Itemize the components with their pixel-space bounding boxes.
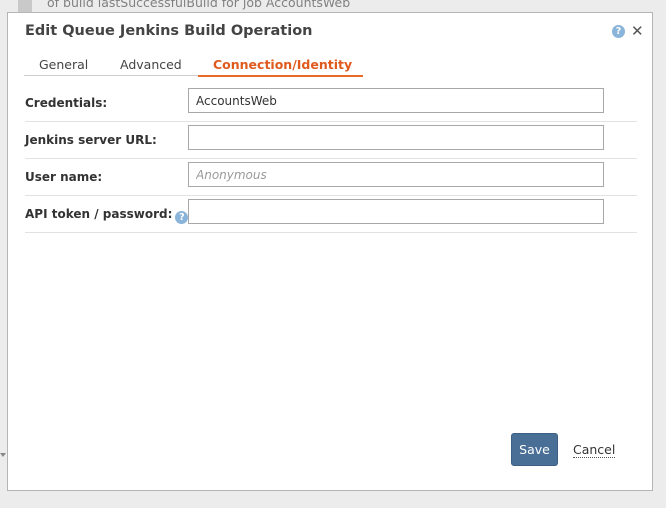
- user-name-input[interactable]: [188, 162, 604, 187]
- server-url-row: Jenkins server URL:: [25, 122, 637, 159]
- server-url-label: Jenkins server URL:: [25, 133, 157, 147]
- tab-bar: General Advanced Connection/Identity: [24, 54, 364, 78]
- tab-general[interactable]: General: [39, 57, 88, 72]
- credentials-input[interactable]: [188, 88, 604, 113]
- help-icon[interactable]: ?: [612, 25, 625, 38]
- background-dropdown-arrow-icon: [0, 453, 6, 457]
- api-token-input[interactable]: [188, 199, 604, 224]
- credentials-label: Credentials:: [25, 96, 108, 110]
- save-button[interactable]: Save: [511, 433, 558, 466]
- tab-advanced[interactable]: Advanced: [120, 57, 182, 72]
- tab-connection-identity[interactable]: Connection/Identity: [198, 57, 363, 77]
- tab-divider: [24, 75, 198, 76]
- api-token-label: API token / password:: [25, 207, 173, 221]
- user-name-row: User name:: [25, 159, 637, 196]
- user-name-label: User name:: [25, 170, 103, 184]
- api-token-row: API token / password:?: [25, 196, 637, 233]
- api-token-help-icon[interactable]: ?: [175, 211, 189, 224]
- server-url-input[interactable]: [188, 125, 604, 150]
- api-token-label-wrap: API token / password:?: [25, 207, 189, 224]
- background-job-text: of build lastSuccessfulBuild for job Acc…: [47, 0, 351, 10]
- cancel-button[interactable]: Cancel: [573, 442, 616, 458]
- edit-dialog: Edit Queue Jenkins Build Operation ? ✕ G…: [7, 12, 653, 491]
- dialog-title: Edit Queue Jenkins Build Operation: [25, 23, 313, 39]
- credentials-row: Credentials:: [25, 85, 637, 122]
- close-icon[interactable]: ✕: [631, 22, 644, 40]
